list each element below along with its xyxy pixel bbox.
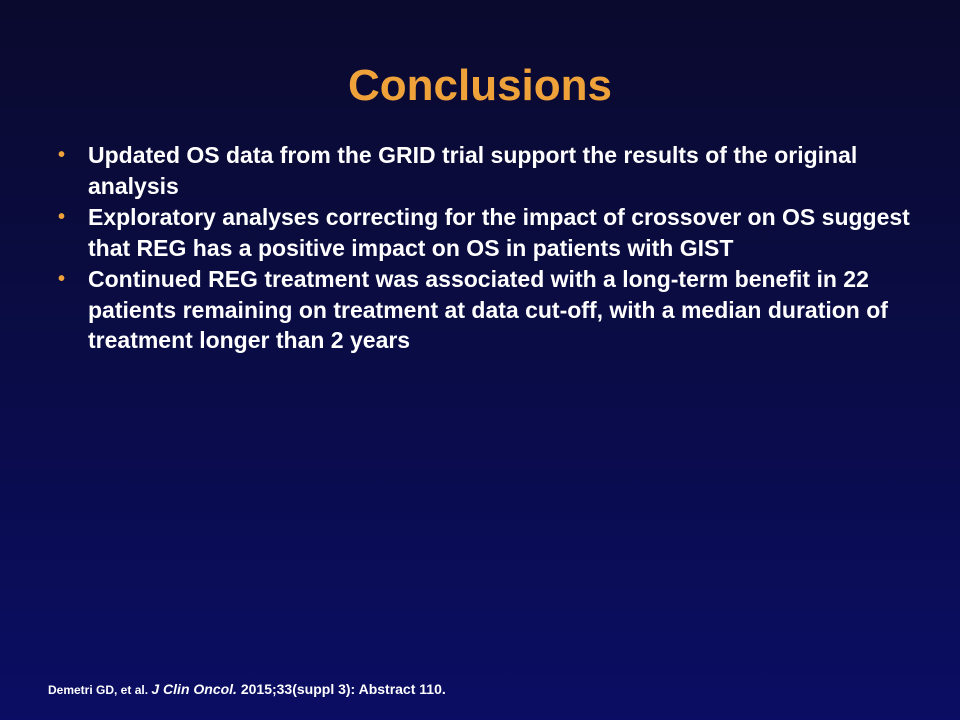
citation: Demetri GD, et al. J Clin Oncol. 2015;33… — [48, 680, 446, 699]
bullet-text: Updated OS data from the GRID trial supp… — [88, 142, 858, 199]
bullet-item: • Continued REG treatment was associated… — [56, 264, 916, 356]
bullet-item: • Exploratory analyses correcting for th… — [56, 202, 916, 263]
citation-authors: Demetri GD, et al. — [48, 683, 152, 697]
bullet-marker: • — [58, 268, 66, 290]
bullet-item: • Updated OS data from the GRID trial su… — [56, 140, 916, 201]
citation-details: 2015;33(suppl 3): Abstract 110. — [236, 681, 446, 697]
bullet-marker: • — [58, 144, 66, 166]
citation-journal: J Clin Oncol. — [151, 681, 237, 697]
bullet-list: • Updated OS data from the GRID trial su… — [56, 140, 916, 357]
slide-title: Conclusions — [347, 61, 613, 110]
slide: Conclusions • Updated OS data from the G… — [0, 0, 960, 720]
bullet-text: Continued REG treatment was associated w… — [88, 266, 888, 353]
bullet-marker: • — [58, 206, 66, 228]
bullet-text: Exploratory analyses correcting for the … — [88, 204, 910, 261]
